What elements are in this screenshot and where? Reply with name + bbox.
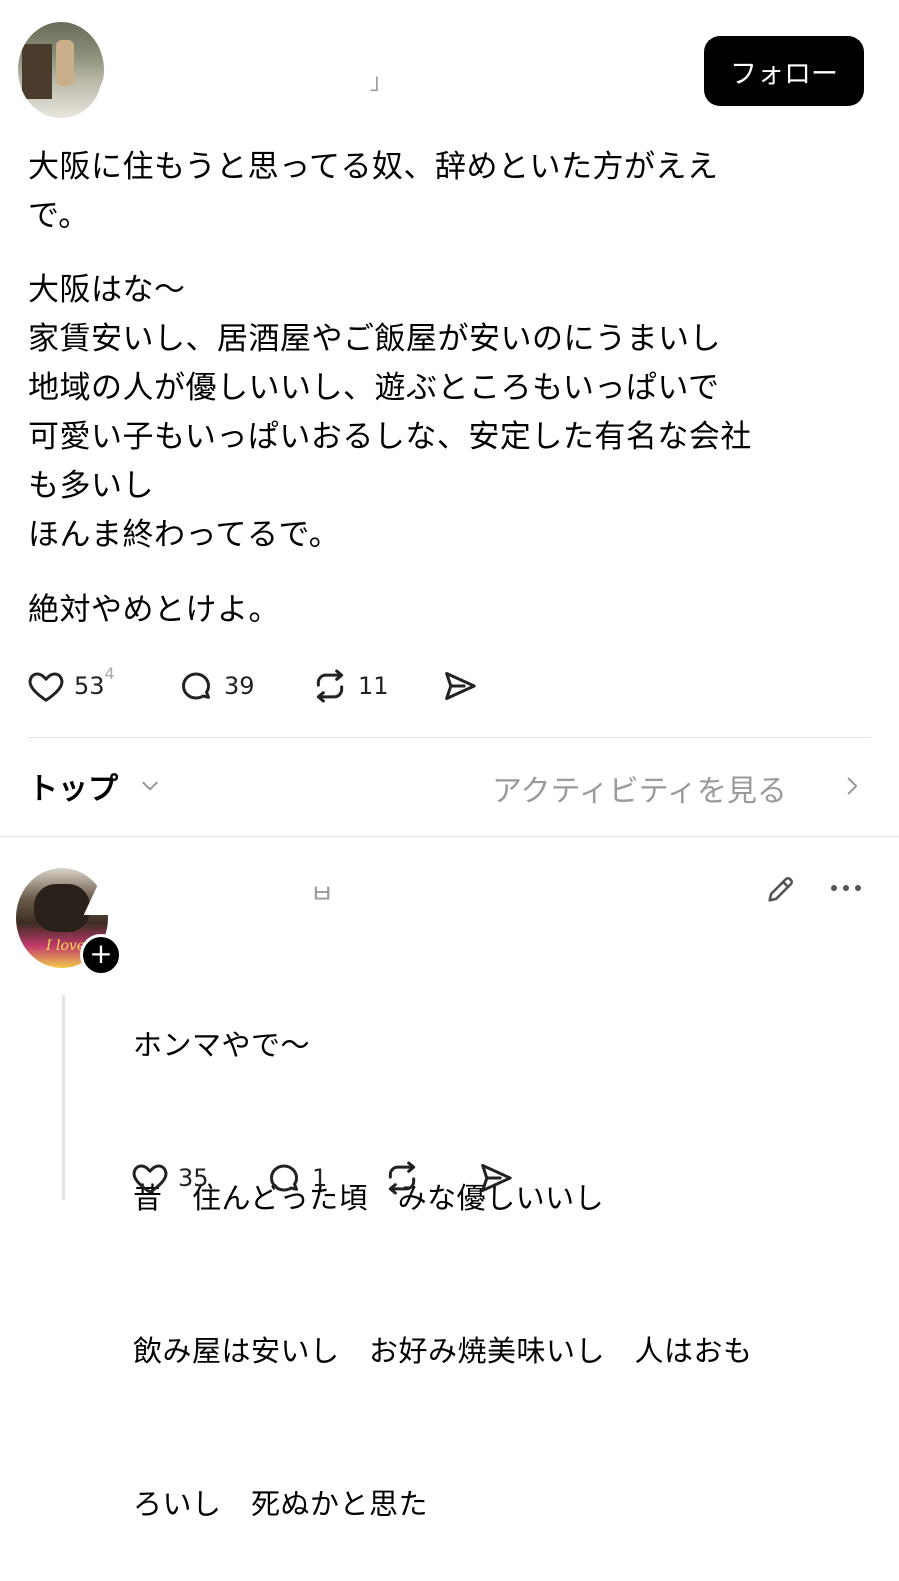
reply-line: ろいし 死ぬかと思た xyxy=(133,1487,429,1521)
view-activity-link[interactable]: アクティビティを見る xyxy=(492,766,787,810)
edit-icon[interactable] xyxy=(764,872,798,906)
reply-repost-button[interactable] xyxy=(382,1158,422,1198)
redacted-username xyxy=(91,10,459,110)
reply-button[interactable]: 39 xyxy=(176,666,255,706)
like-count: 53 xyxy=(74,672,105,700)
post-author-avatar[interactable] xyxy=(18,22,104,118)
post-line: 家賃安いし、居酒屋やご飯屋が安いのにうまいし xyxy=(28,321,721,357)
reply-line: ホンマやで〜 xyxy=(133,1028,311,1062)
share-button[interactable] xyxy=(440,666,480,706)
thread-line xyxy=(62,995,65,1200)
chevron-right-icon[interactable] xyxy=(842,776,862,796)
more-icon[interactable] xyxy=(828,878,864,898)
reply-count: 39 xyxy=(224,672,255,700)
reply-reply-count: 1 xyxy=(312,1164,328,1192)
like-count-superscript: 4 xyxy=(104,664,115,683)
heart-icon xyxy=(28,672,64,702)
reply-share-button[interactable] xyxy=(476,1158,516,1198)
reply-like-count: 35 xyxy=(178,1164,209,1192)
repost-count: 11 xyxy=(358,672,389,700)
reply-like-button[interactable]: 35 xyxy=(130,1158,209,1198)
follow-button[interactable]: フォロー xyxy=(704,36,864,106)
post-line: 大阪はな〜 xyxy=(28,272,186,308)
divider xyxy=(28,737,871,738)
heart-icon xyxy=(132,1164,168,1194)
reply-body: ホンマやで〜 昔 住んどった頃 みな優しいいし 飲み屋は安いし お好み焼美味いし… xyxy=(133,918,753,1581)
repost-icon xyxy=(388,1161,416,1195)
share-icon xyxy=(445,672,476,700)
avatar-figure xyxy=(56,40,74,86)
share-icon xyxy=(481,1164,512,1192)
username-remnant: ㅂ xyxy=(310,880,334,910)
plus-icon[interactable]: + xyxy=(80,934,122,976)
post-paragraph-3: 絶対やめとけよ。 xyxy=(28,586,280,635)
avatar-background xyxy=(22,44,52,99)
like-button[interactable]: 53 4 xyxy=(26,664,115,706)
comment-icon xyxy=(270,1164,298,1192)
post-line: 可愛い子もいっぱいおるしな、安定した有名な会社 xyxy=(28,419,752,455)
post-paragraph-2: 大阪はな〜 家賃安いし、居酒屋やご飯屋が安いのにうまいし 地域の人が優しいいし、… xyxy=(28,266,752,560)
reply-reply-button[interactable]: 1 xyxy=(264,1158,327,1198)
post-line: ほんま終わってるで。 xyxy=(28,517,341,553)
post-paragraph-1: 大阪に住もうと思ってる奴、辞めといた方がええ で。 xyxy=(28,143,719,241)
post-line: 絶対やめとけよ。 xyxy=(28,592,280,628)
comment-icon xyxy=(182,672,210,700)
repost-button[interactable]: 11 xyxy=(310,666,389,706)
repost-icon xyxy=(316,669,344,703)
post-line: で。 xyxy=(28,198,90,234)
chevron-down-icon[interactable] xyxy=(140,776,160,796)
post-line: 大阪に住もうと思ってる奴、辞めといた方がええ xyxy=(28,149,719,185)
reply-line: 飲み屋は安いし お好み焼美味いし 人はおも xyxy=(133,1334,753,1368)
sort-dropdown-label[interactable]: トップ xyxy=(28,764,118,808)
post-line: も多いし xyxy=(28,468,154,504)
reply-line: 昔 住んどった頃 みな優しいいし xyxy=(133,1181,605,1215)
post-line: 地域の人が優しいいし、遊ぶところもいっぱいで xyxy=(28,370,720,406)
avatar-dog xyxy=(34,884,90,932)
username-remnant: 」 xyxy=(370,70,393,95)
section-divider xyxy=(0,836,899,837)
